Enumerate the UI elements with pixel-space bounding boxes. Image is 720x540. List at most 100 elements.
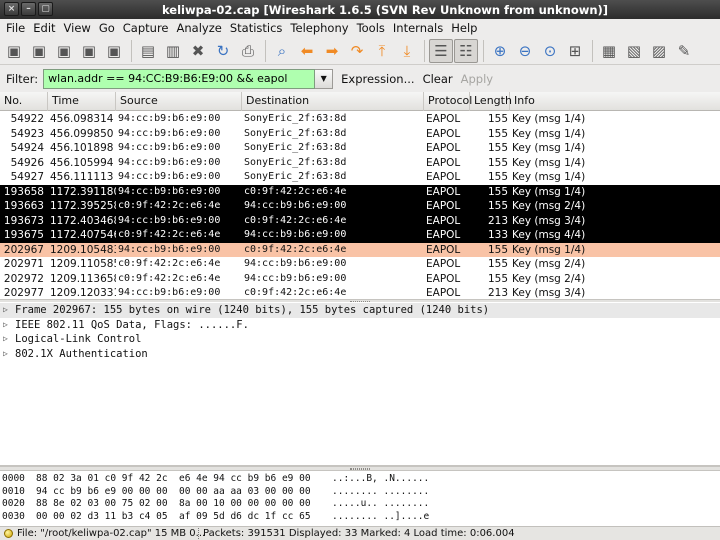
column-header-time[interactable]: Time bbox=[48, 92, 116, 111]
table-row[interactable]: 202971 1209.110585 c0:9f:42:2c:e6:4e 94:cc:… bbox=[0, 257, 720, 272]
table-row[interactable]: 54926 456.105994 94:cc:b9:b6:e9:00 SonyEric… bbox=[0, 155, 720, 170]
expression-button[interactable]: Expression... bbox=[341, 72, 414, 86]
packet-list[interactable]: No. Time Source Destination Protocol Len… bbox=[0, 92, 720, 299]
preferences-icon: ✎ bbox=[677, 41, 691, 60]
options-button[interactable]: ▣ bbox=[27, 39, 51, 63]
packet-bytes-pane[interactable]: 0000 88 02 3a 01 c0 9f 42 2c e6 4e 94 cc … bbox=[0, 471, 720, 526]
reload-button[interactable]: ↻ bbox=[211, 39, 235, 63]
expand-arrow-icon[interactable]: ▷ bbox=[3, 318, 8, 332]
hex-dump-row[interactable]: 0000 88 02 3a 01 c0 9f 42 2c e6 4e 94 cc … bbox=[0, 473, 720, 486]
table-row[interactable]: 202977 1209.120331 94:cc:b9:b6:e9:00 c0:9f:… bbox=[0, 286, 720, 299]
column-header-destination[interactable]: Destination bbox=[242, 92, 424, 111]
go-to-button[interactable]: ↷ bbox=[345, 39, 369, 63]
column-header-protocol[interactable]: Protocol bbox=[424, 92, 472, 111]
restart-capture-icon: ▣ bbox=[106, 41, 122, 60]
zoom-normal-button[interactable]: ⊙ bbox=[538, 39, 562, 63]
hex-dump-row[interactable]: 0020 88 8e 02 03 00 75 02 00 8a 00 10 00 … bbox=[0, 498, 720, 511]
close-button[interactable]: ✖ bbox=[186, 39, 210, 63]
hex-dump-off: 0030 bbox=[2, 510, 25, 522]
menu-capture[interactable]: Capture bbox=[119, 21, 173, 35]
detail-tree-item[interactable]: ▷ 802.1X Authentication bbox=[0, 347, 720, 362]
cell-dst: SonyEric_2f:63:8d bbox=[244, 156, 347, 168]
zoom-out-button[interactable]: ⊖ bbox=[513, 39, 537, 63]
cell-info: Key (msg 1/4) bbox=[512, 185, 586, 198]
cell-len: 155 bbox=[487, 200, 508, 212]
hex-dump-row[interactable]: 0010 94 cc b9 b6 e9 00 00 00 00 00 aa aa … bbox=[0, 486, 720, 499]
last-packet-button[interactable]: ⤓ bbox=[395, 39, 419, 63]
expert-info-icon[interactable] bbox=[4, 529, 13, 538]
table-row[interactable]: 193663 1172.395258 c0:9f:42:2c:e6:4e 94:cc:… bbox=[0, 199, 720, 214]
table-row[interactable]: 54924 456.101898 94:cc:b9:b6:e9:00 SonyEric… bbox=[0, 141, 720, 156]
menu-analyze[interactable]: Analyze bbox=[173, 21, 226, 35]
cell-src: 94:cc:b9:b6:e9:00 bbox=[118, 156, 221, 168]
open-button[interactable]: ▤ bbox=[136, 39, 160, 63]
menu-view[interactable]: View bbox=[60, 21, 95, 35]
capture-filters-button[interactable]: ▦ bbox=[597, 39, 621, 63]
expand-arrow-icon[interactable]: ▷ bbox=[3, 347, 8, 361]
column-header-source[interactable]: Source bbox=[116, 92, 242, 111]
interfaces-button[interactable]: ▣ bbox=[2, 39, 26, 63]
menu-go[interactable]: Go bbox=[95, 21, 119, 35]
cell-dst: 94:cc:b9:b6:e9:00 bbox=[244, 200, 347, 211]
close-window-button[interactable]: × bbox=[4, 2, 19, 16]
print-button[interactable]: ⎙ bbox=[236, 39, 260, 63]
table-row[interactable]: 193675 1172.407546 c0:9f:42:2c:e6:4e 94:cc:… bbox=[0, 228, 720, 243]
table-row[interactable]: 202972 1209.113658 c0:9f:42:2c:e6:4e 94:cc:… bbox=[0, 271, 720, 286]
table-row[interactable]: 54927 456.111113 94:cc:b9:b6:e9:00 SonyEric… bbox=[0, 170, 720, 185]
table-row[interactable]: 54923 456.099850 94:cc:b9:b6:e9:00 SonyEric… bbox=[0, 126, 720, 141]
table-row[interactable]: 54922 456.098314 94:cc:b9:b6:e9:00 SonyEric… bbox=[0, 112, 720, 127]
table-row[interactable]: 202967 1209.105483 94:cc:b9:b6:e9:00 c0:9f:… bbox=[0, 242, 720, 257]
menu-telephony[interactable]: Telephony bbox=[286, 21, 352, 35]
cell-dst: SonyEric_2f:63:8d bbox=[244, 171, 347, 182]
menu-file[interactable]: File bbox=[2, 21, 29, 35]
hex-dump-row[interactable]: 0030 00 00 02 d3 11 b3 c4 05 af 09 5d d6 … bbox=[0, 511, 720, 524]
auto-scroll-button[interactable]: ☷ bbox=[454, 38, 478, 63]
stop-capture-button[interactable]: ▣ bbox=[77, 39, 101, 63]
menu-edit[interactable]: Edit bbox=[29, 21, 59, 35]
back-button[interactable]: ⬅ bbox=[295, 39, 319, 63]
expand-arrow-icon[interactable]: ▷ bbox=[3, 332, 8, 346]
detail-tree-item[interactable]: ▷ Logical-Link Control bbox=[0, 332, 720, 347]
expand-arrow-icon[interactable]: ▷ bbox=[3, 303, 8, 317]
first-packet-button[interactable]: ⤒ bbox=[370, 39, 394, 63]
start-capture-button[interactable]: ▣ bbox=[52, 39, 76, 63]
zoom-in-button[interactable]: ⊕ bbox=[488, 39, 512, 63]
detail-tree-label: Frame 202967: 155 bytes on wire (1240 bi… bbox=[15, 304, 490, 316]
toolbar-separator bbox=[265, 39, 266, 62]
forward-button[interactable]: ➡ bbox=[320, 39, 344, 63]
main-toolbar: ▣ ▣ ▣ ▣ ▣ ▤ ▥ ✖ ↻ ⎙ ⌕ ⬅ ➡ ↷ ⤒ ⤓ ☰ ☷ ⊕ ⊖ ⊙ ⊞ ▦ ▧ ▨ ✎ bbox=[0, 37, 720, 65]
column-header-length[interactable]: Length bbox=[470, 92, 512, 111]
cell-proto: EAPOL bbox=[426, 272, 461, 285]
preferences-button[interactable]: ✎ bbox=[672, 39, 696, 63]
go-to-icon: ↷ bbox=[350, 41, 364, 60]
menu-tools[interactable]: Tools bbox=[353, 21, 389, 35]
table-row[interactable]: 193673 1172.403468 94:cc:b9:b6:e9:00 c0:9f:… bbox=[0, 213, 720, 228]
restart-capture-button[interactable]: ▣ bbox=[102, 39, 126, 63]
detail-tree-item[interactable]: ▷ Frame 202967: 155 bytes on wire (1240 b… bbox=[0, 303, 720, 318]
zoom-out-icon: ⊖ bbox=[518, 41, 532, 60]
clear-button[interactable]: Clear bbox=[423, 72, 453, 86]
table-row[interactable]: 193658 1172.391180 94:cc:b9:b6:e9:00 c0:9f:… bbox=[0, 184, 720, 199]
packet-details-pane[interactable]: ▷ Frame 202967: 155 bytes on wire (1240 b… bbox=[0, 302, 720, 466]
cell-info: Key (msg 1/4) bbox=[512, 127, 586, 140]
column-header-info[interactable]: Info bbox=[510, 92, 720, 111]
detail-tree-item[interactable]: ▷ IEEE 802.11 QoS Data, Flags: ......F. bbox=[0, 318, 720, 333]
menu-internals[interactable]: Internals bbox=[389, 21, 447, 35]
resize-columns-button[interactable]: ⊞ bbox=[563, 39, 587, 63]
save-button[interactable]: ▥ bbox=[161, 39, 185, 63]
column-header-no[interactable]: No. bbox=[0, 92, 48, 111]
hex-dump-ascii: .....u.. ........ bbox=[332, 498, 430, 510]
filter-dropdown-button[interactable]: ▼ bbox=[315, 68, 334, 89]
cell-no: 193663 bbox=[3, 200, 44, 212]
minimize-window-button[interactable]: – bbox=[21, 2, 36, 16]
toolbar-separator bbox=[592, 39, 593, 62]
colorize-button[interactable]: ☰ bbox=[429, 38, 453, 63]
menu-help[interactable]: Help bbox=[447, 21, 481, 35]
coloring-rules-button[interactable]: ▨ bbox=[647, 39, 671, 63]
apply-button[interactable]: Apply bbox=[461, 72, 493, 86]
display-filters-button[interactable]: ▧ bbox=[622, 39, 646, 63]
filter-input[interactable] bbox=[43, 68, 316, 89]
first-packet-icon: ⤒ bbox=[378, 41, 386, 60]
menu-statistics[interactable]: Statistics bbox=[226, 21, 287, 35]
find-button[interactable]: ⌕ bbox=[270, 39, 294, 63]
